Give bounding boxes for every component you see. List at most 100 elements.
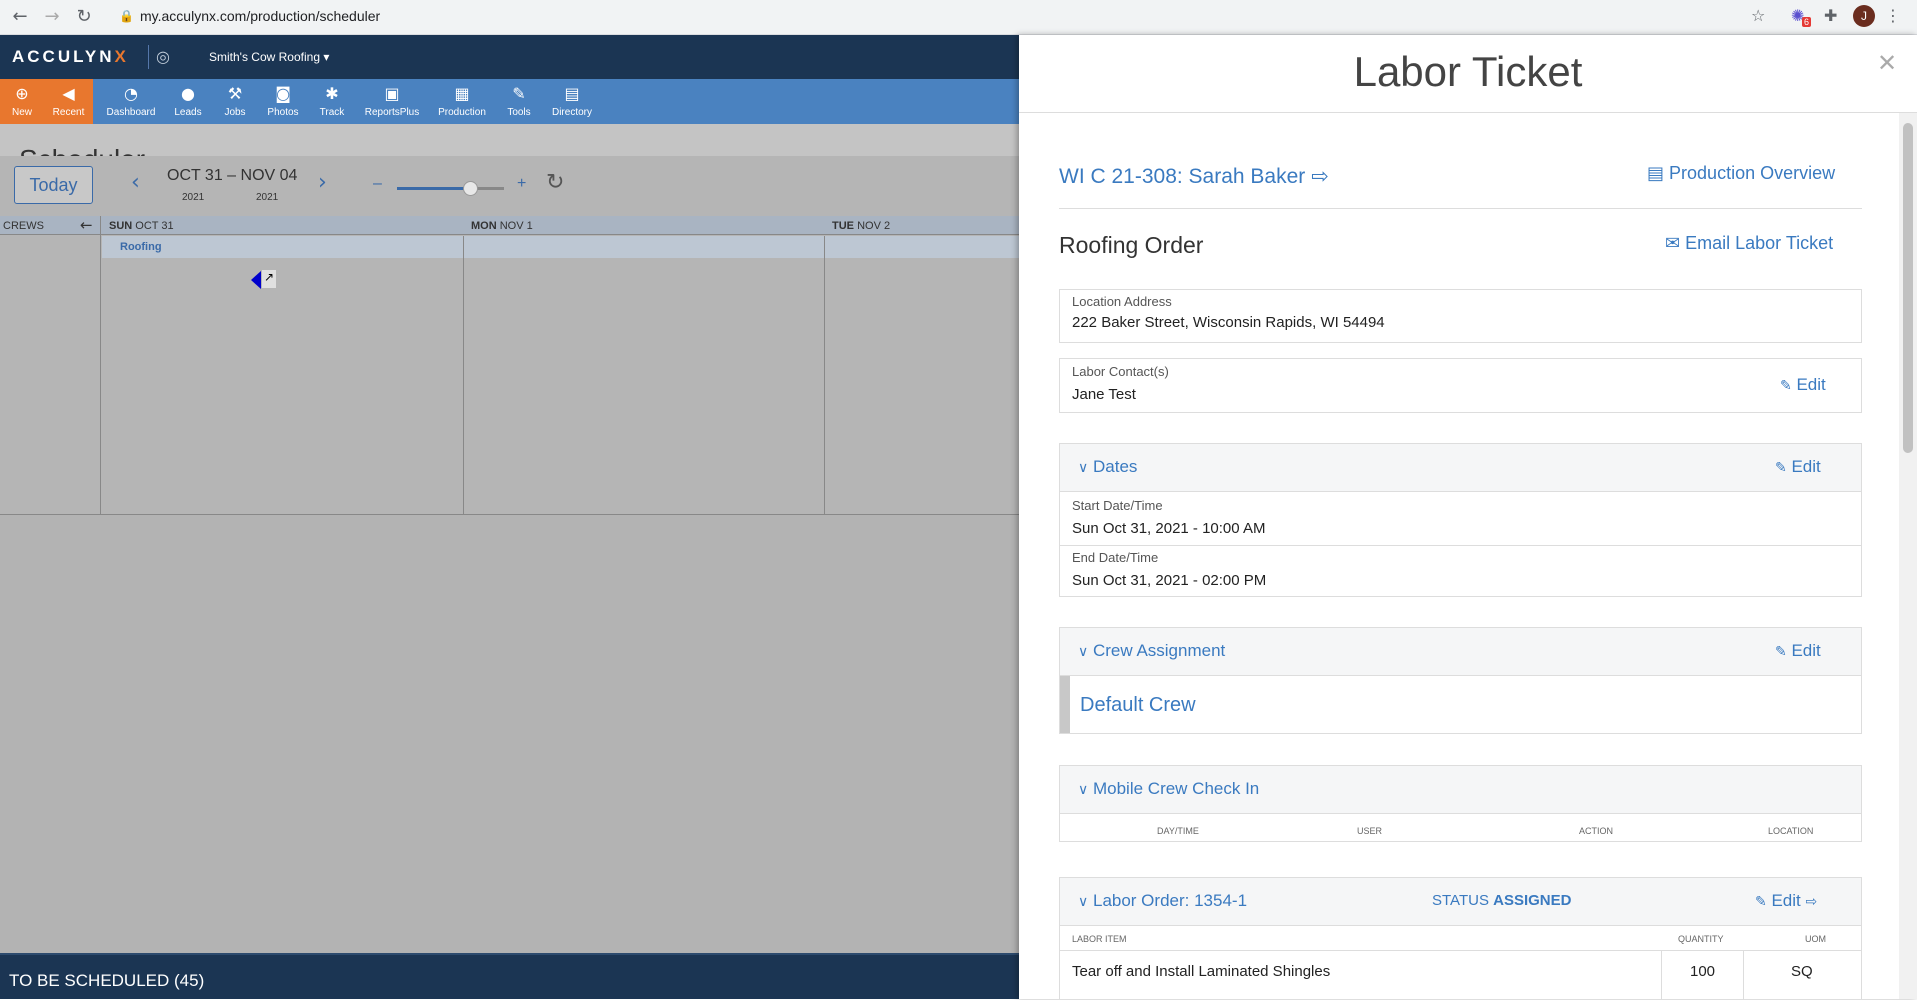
star-icon[interactable]: ☆ (1751, 6, 1765, 25)
menu-kebab-icon[interactable]: ⋮ (1885, 6, 1901, 25)
crew-assignment-title[interactable]: ∨ Crew Assignment (1078, 641, 1225, 661)
divider (1060, 545, 1861, 546)
toolbar-new[interactable]: ⊕ New (0, 79, 44, 124)
toolbar-tools[interactable]: ✎ Tools (500, 79, 538, 124)
user-icon: ● (181, 84, 195, 103)
toolbar-leads[interactable]: ● Leads (168, 79, 208, 124)
labor-uom: SQ (1791, 963, 1813, 980)
refresh-icon[interactable]: ↻ (546, 170, 564, 195)
contact-value: Jane Test (1072, 386, 1136, 403)
zoom-slider-handle[interactable] (462, 181, 478, 196)
roofing-row: Roofing (102, 236, 1019, 258)
zoom-in-button[interactable]: + (517, 175, 526, 193)
toolbar-jobs[interactable]: ⚒ Jobs (216, 79, 254, 124)
prev-week-icon[interactable]: ‹ (131, 170, 140, 195)
day-header-tue: TUE NOV 2 (832, 220, 891, 232)
acculynx-logo[interactable]: ACCULYNX (12, 47, 129, 67)
scheduled-event-marker[interactable]: ↗ (251, 268, 281, 290)
dates-section: ∨ Dates ✎ Edit Start Date/Time Sun Oct 3… (1059, 443, 1862, 597)
crews-column (0, 216, 101, 515)
email-labor-ticket-link[interactable]: ✉ Email Labor Ticket (1665, 233, 1833, 254)
chevron-down-icon: ∨ (1078, 460, 1089, 476)
close-icon[interactable]: ✕ (1877, 49, 1897, 77)
panel-header: Labor Ticket ✕ (1019, 35, 1917, 113)
grid-header: CREWS ← SUN OCT 31 MON NOV 1 TUE NOV 2 (0, 216, 1019, 235)
crew-color-bar (1060, 676, 1070, 733)
lynx-icon: ◎ (156, 47, 170, 66)
column-header: ACTION (1579, 826, 1614, 836)
extension-badge: 6 (1802, 17, 1812, 27)
reload-icon[interactable]: ↻ (72, 5, 96, 29)
labor-quantity: 100 (1690, 963, 1716, 980)
dates-title[interactable]: ∨ Dates (1078, 457, 1137, 477)
day-header-mon: MON NOV 1 (471, 220, 533, 232)
app-topbar: ACCULYNX ◎ Smith's Cow Roofing ▾ (0, 35, 1019, 79)
mobile-checkin-header[interactable]: ∨ Mobile Crew Check In (1060, 766, 1861, 814)
camera-icon: ◙ (275, 84, 291, 103)
scroll-thumb[interactable] (1903, 123, 1913, 453)
pencil-icon: ✎ (1780, 378, 1792, 394)
app-container: ACCULYNX ◎ Smith's Cow Roofing ▾ ⊕ New ◀… (0, 35, 1019, 999)
panel-scrollbar[interactable] (1899, 113, 1917, 999)
scheduler-grid: CREWS ← SUN OCT 31 MON NOV 1 TUE NOV 2 R… (0, 216, 1019, 515)
chevron-down-icon: ∨ (1078, 782, 1089, 798)
next-week-icon[interactable]: › (318, 170, 327, 195)
toolbar-production[interactable]: ▦ Production (432, 79, 492, 124)
back-icon[interactable]: ← (8, 5, 32, 29)
pencil-icon: ✎ (1775, 460, 1787, 476)
crew-assignment-section: ∨ Crew Assignment ✎ Edit Default Crew (1059, 627, 1862, 734)
start-value: Sun Oct 31, 2021 - 10:00 AM (1072, 520, 1266, 537)
zoom-out-button[interactable]: – (373, 175, 382, 193)
puzzle-icon[interactable]: ✚ (1824, 6, 1837, 25)
avatar[interactable]: J (1853, 5, 1875, 27)
to-be-scheduled-bar[interactable]: TO BE SCHEDULED (45) (0, 953, 1019, 999)
dates-header[interactable]: ∨ Dates ✎ Edit (1060, 444, 1861, 492)
pencil-icon: ✎ (1775, 644, 1787, 660)
location-value: 222 Baker Street, Wisconsin Rapids, WI 5… (1072, 314, 1385, 331)
forward-icon[interactable]: → (40, 5, 64, 29)
panel-title: Labor Ticket (1353, 48, 1583, 95)
crew-assignment-header[interactable]: ∨ Crew Assignment ✎ Edit (1060, 628, 1861, 676)
edit-dates-button[interactable]: ✎ Edit (1775, 457, 1821, 477)
end-label: End Date/Time (1072, 550, 1159, 565)
edit-crew-button[interactable]: ✎ Edit (1775, 641, 1821, 661)
job-link[interactable]: WI C 21-308: Sarah Baker ⇨ (1059, 164, 1329, 189)
column-header: QUANTITY (1678, 934, 1724, 944)
lock-icon: 🔒 (119, 9, 134, 23)
today-button[interactable]: Today (14, 166, 93, 204)
year-start: 2021 (182, 192, 205, 203)
open-external-icon: ⇨ (1311, 164, 1329, 188)
toolbar-track[interactable]: ✱ Track (312, 79, 352, 124)
column-header: DAY/TIME (1157, 826, 1199, 836)
pencil-icon: ✎ (1755, 894, 1767, 910)
hammer-icon: ⚒ (227, 84, 243, 103)
cell-divider (1743, 950, 1744, 1000)
toolbar-photos[interactable]: ◙ Photos (262, 79, 304, 124)
production-overview-link[interactable]: ▤ Production Overview (1647, 163, 1835, 184)
labor-order-title[interactable]: ∨ Labor Order: 1354-1 (1078, 891, 1247, 911)
chevron-down-icon: ∨ (1078, 644, 1089, 660)
toolbar-recent[interactable]: ◀ Recent (44, 79, 93, 124)
column-header: LABOR ITEM (1072, 934, 1127, 944)
roofing-order-heading: Roofing Order (1059, 232, 1204, 258)
cursor-icon: ↗ (262, 270, 276, 288)
plus-circle-icon: ⊕ (15, 84, 29, 103)
toolbar-directory[interactable]: ▤ Directory (546, 79, 598, 124)
book-icon: ▤ (564, 84, 580, 103)
cell-divider (1661, 950, 1662, 1000)
url-text[interactable]: my.acculynx.com/production/scheduler (140, 8, 380, 24)
roofing-label: Roofing (120, 241, 162, 253)
to-be-scheduled-label: TO BE SCHEDULED (45) (9, 971, 205, 990)
labor-order-header[interactable]: ∨ Labor Order: 1354-1 STATUS ASSIGNED ✎ … (1060, 878, 1861, 926)
edit-contact-button[interactable]: ✎ Edit (1780, 375, 1826, 395)
company-selector[interactable]: Smith's Cow Roofing ▾ (209, 50, 329, 64)
crew-name[interactable]: Default Crew (1080, 694, 1196, 717)
edit-labor-order-button[interactable]: ✎ Edit ⇨ (1755, 891, 1817, 911)
zoom-slider-fill (397, 187, 470, 190)
toolbar-reportsplus[interactable]: ▣ ReportsPlus (360, 79, 424, 124)
start-label: Start Date/Time (1072, 498, 1163, 513)
toolbar-dashboard[interactable]: ◔ Dashboard (103, 79, 159, 124)
labor-ticket-panel: Labor Ticket ✕ WI C 21-308: Sarah Baker … (1019, 35, 1917, 1000)
mobile-checkin-title[interactable]: ∨ Mobile Crew Check In (1078, 779, 1259, 799)
date-range: OCT 31 – NOV 04 (167, 167, 298, 184)
